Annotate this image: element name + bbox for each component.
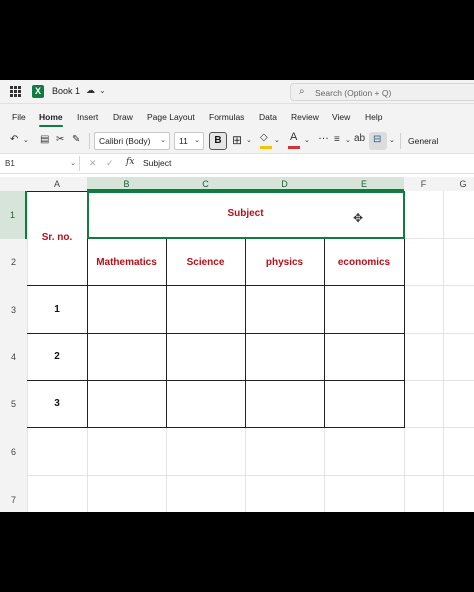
gridline — [324, 427, 325, 512]
name-box[interactable]: B1 ⌄ — [0, 156, 80, 171]
font-size-dropdown[interactable]: 11 ⌄ — [174, 132, 204, 150]
font-size-value: 11 — [179, 136, 188, 146]
row-header-7[interactable]: 7 — [0, 476, 27, 512]
row-header-3[interactable]: 3 — [0, 286, 27, 334]
column-header-f[interactable]: F — [404, 177, 443, 191]
tab-page-layout[interactable]: Page Layout — [147, 112, 195, 122]
cell-header-physics[interactable]: physics — [245, 257, 324, 268]
tab-data[interactable]: Data — [259, 112, 277, 122]
cell-cursor-icon: ✥ — [353, 211, 364, 225]
name-box-value: B1 — [5, 159, 15, 168]
row-header-1[interactable]: 1 — [0, 191, 27, 239]
undo-chevron-icon[interactable]: ⌄ — [23, 136, 29, 144]
tab-draw[interactable]: Draw — [113, 112, 133, 122]
search-icon: ⌕ — [299, 86, 305, 97]
tab-review[interactable]: Review — [291, 112, 319, 122]
search-placeholder: Search (Option + Q) — [315, 88, 392, 98]
chevron-down-icon[interactable]: ⌄ — [99, 86, 106, 95]
cell-header-mathematics[interactable]: Mathematics — [87, 257, 166, 268]
tab-home[interactable]: Home — [39, 112, 63, 122]
fill-color-swatch — [260, 146, 272, 149]
row-header-6[interactable]: 6 — [0, 428, 27, 476]
table-border — [27, 285, 404, 286]
column-header-d[interactable]: D — [245, 177, 324, 191]
borders-icon[interactable]: ⊞ — [232, 133, 242, 147]
fill-chevron-icon[interactable]: ⌄ — [274, 136, 280, 144]
tab-help[interactable]: Help — [365, 112, 382, 122]
text-direction-icon[interactable]: ab — [354, 133, 365, 144]
column-header-a[interactable]: A — [27, 177, 87, 191]
excel-logo-icon: X — [32, 85, 44, 98]
cut-icon[interactable]: ✂ — [56, 134, 64, 145]
excel-window: X Book 1 ☁ ⌄ ⌕ Search (Option + Q) File … — [0, 80, 474, 512]
table-border — [27, 380, 404, 381]
cell-sr-no[interactable]: Sr. no. — [27, 232, 87, 243]
cell-header-economics[interactable]: economics — [324, 257, 404, 268]
chevron-down-icon: ⌄ — [70, 160, 76, 167]
font-name-dropdown[interactable]: Calibri (Body) ⌄ — [94, 132, 170, 150]
column-header-b[interactable]: B — [87, 177, 166, 191]
cell-serial-1[interactable]: 1 — [27, 304, 87, 315]
font-color-chevron-icon[interactable]: ⌄ — [304, 136, 310, 144]
search-box[interactable]: ⌕ Search (Option + Q) — [290, 83, 474, 101]
gridline — [245, 427, 246, 512]
undo-icon[interactable]: ↶ — [10, 134, 18, 145]
gridline — [404, 427, 474, 428]
table-border — [27, 333, 404, 334]
column-header-c[interactable]: C — [166, 177, 245, 191]
tab-file[interactable]: File — [12, 112, 26, 122]
separator — [89, 133, 90, 149]
gridline — [27, 475, 474, 476]
clipboard-icon[interactable]: ▤ — [40, 134, 49, 145]
insert-function-icon[interactable]: fx — [126, 157, 134, 167]
row-header-2[interactable]: 2 — [0, 239, 27, 286]
app-launcher-icon[interactable] — [10, 86, 21, 97]
bold-button[interactable]: B — [209, 132, 227, 150]
fill-color-icon[interactable]: ◇ — [260, 132, 268, 143]
ribbon-tabs: File Home Insert Draw Page Layout Formul… — [0, 104, 474, 128]
gridline — [404, 380, 474, 381]
gridline — [404, 285, 474, 286]
formula-bar: B1 ⌄ ✕ ✓ fx Subject — [0, 154, 474, 174]
borders-chevron-icon[interactable]: ⌄ — [246, 136, 252, 144]
cell-header-science[interactable]: Science — [166, 257, 245, 268]
format-painter-icon[interactable]: ✎ — [72, 134, 80, 145]
gridline — [443, 191, 444, 512]
column-header-g[interactable]: G — [443, 177, 474, 191]
ribbon-toolbar: ↶ ⌄ ▤ ✂ ✎ Calibri (Body) ⌄ 11 ⌄ B ⊞ ⌄ ◇ … — [0, 128, 474, 154]
separator — [400, 133, 401, 149]
align-icon[interactable]: ≡ — [334, 134, 340, 145]
row-header-5[interactable]: 5 — [0, 381, 27, 428]
gridline — [404, 238, 474, 239]
merge-center-icon: ⊟ — [373, 134, 382, 145]
font-name-value: Calibri (Body) — [99, 136, 151, 146]
tab-insert[interactable]: Insert — [77, 112, 98, 122]
autosave-cloud-icon[interactable]: ☁ — [86, 85, 95, 96]
number-format-dropdown[interactable]: General — [408, 136, 438, 146]
font-color-swatch — [288, 146, 300, 149]
tab-formulas[interactable]: Formulas — [209, 112, 244, 122]
workbook-title[interactable]: Book 1 — [52, 86, 80, 96]
column-header-e[interactable]: E — [324, 177, 404, 191]
merge-chevron-icon[interactable]: ⌄ — [389, 136, 395, 144]
active-tab-indicator — [39, 125, 63, 127]
more-options-icon[interactable]: … — [318, 130, 329, 142]
align-chevron-icon[interactable]: ⌄ — [345, 136, 351, 144]
chevron-down-icon: ⌄ — [160, 137, 166, 144]
table-border — [27, 427, 404, 428]
cell-serial-3[interactable]: 3 — [27, 398, 87, 409]
gridline — [166, 427, 167, 512]
title-bar: X Book 1 ☁ ⌄ ⌕ Search (Option + Q) — [0, 80, 474, 104]
row-header-4[interactable]: 4 — [0, 334, 27, 381]
tab-view[interactable]: View — [332, 112, 350, 122]
cell-serial-2[interactable]: 2 — [27, 351, 87, 362]
cancel-icon[interactable]: ✕ — [89, 158, 97, 169]
gridline — [404, 333, 474, 334]
gridline — [87, 427, 88, 512]
formula-input[interactable]: Subject — [143, 158, 171, 168]
font-color-icon[interactable]: A — [290, 131, 297, 143]
chevron-down-icon: ⌄ — [194, 137, 200, 144]
enter-icon[interactable]: ✓ — [106, 158, 114, 169]
